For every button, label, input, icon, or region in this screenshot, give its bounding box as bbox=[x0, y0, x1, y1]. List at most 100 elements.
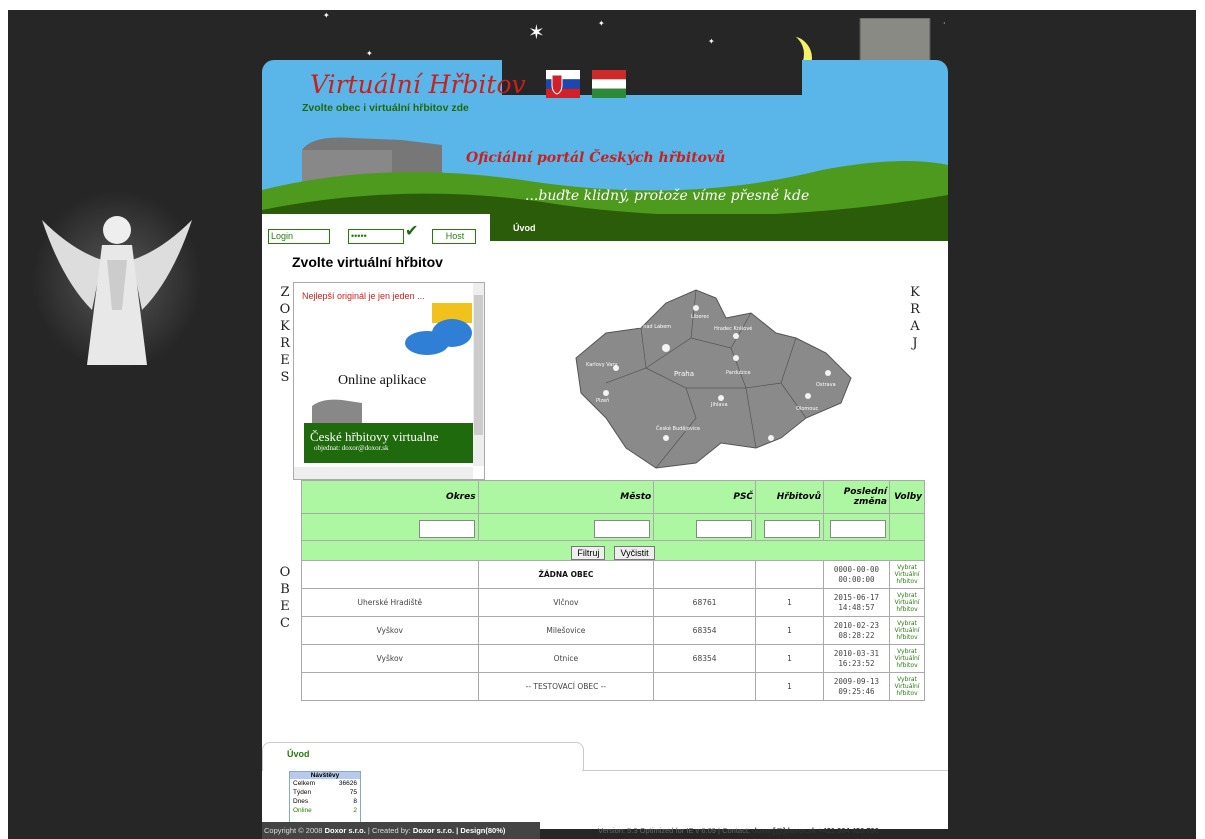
column-header-psc[interactable]: PSČ bbox=[653, 480, 757, 514]
map-label: České Budějovice bbox=[656, 425, 700, 432]
filter-okres-input[interactable] bbox=[418, 519, 475, 538]
counter-value: 36626 bbox=[338, 780, 357, 787]
cell-psc: 68761 bbox=[653, 588, 757, 617]
map-label: Karlovy Vary bbox=[586, 362, 617, 368]
created-by-text: | Created by: bbox=[365, 826, 413, 835]
cell-mesto: Otnice bbox=[477, 644, 655, 673]
select-cemetery-link[interactable]: Vybrat Virtuální hřbitov bbox=[888, 672, 926, 701]
cell-hrbitovu: 1 bbox=[755, 644, 824, 673]
cell-psc bbox=[653, 560, 757, 589]
site-header: Virtuální Hřbitov Zvolte obec i virtuáln… bbox=[262, 60, 948, 235]
side-letter: E bbox=[280, 599, 290, 614]
column-header-mesto[interactable]: Město bbox=[477, 480, 655, 514]
select-cemetery-link[interactable]: Vybrat Virtuální hřbitov bbox=[888, 616, 926, 645]
filter-cell bbox=[477, 513, 655, 541]
filter-zmena-input[interactable] bbox=[829, 519, 886, 538]
table-row: Uherské Hradiště Vlčnov 68761 1 2015-06-… bbox=[301, 588, 926, 617]
ad-vertical-scrollbar[interactable] bbox=[473, 283, 484, 466]
counter-label: Dnes bbox=[293, 798, 309, 805]
copyright-company[interactable]: Doxor s.r.o. bbox=[325, 826, 366, 835]
counter-value: 75 bbox=[349, 789, 357, 796]
cell-mesto: Vlčnov bbox=[477, 588, 655, 617]
main-nav: Úvod bbox=[490, 214, 948, 241]
cell-okres bbox=[301, 560, 479, 589]
clear-button[interactable]: Vyčistit bbox=[614, 546, 655, 560]
cell-mesto: Milešovice bbox=[477, 616, 655, 645]
ad-horizontal-scrollbar[interactable] bbox=[294, 467, 473, 479]
cell-mesto: -- TESTOVACÍ OBEC -- bbox=[477, 672, 655, 701]
table-row: ŽÁDNA OBEC 0000-00-00 00:00:00 Vybrat Vir… bbox=[301, 560, 926, 589]
ad-order-contact: objednat: doxor@doxor.sk bbox=[314, 444, 389, 452]
column-header-hrbitovu[interactable]: Hřbitovů bbox=[755, 480, 824, 514]
filter-psc-input[interactable] bbox=[696, 519, 753, 538]
region-map[interactable]: Karlovy Vary Ústí nad Labem Liberec Hrad… bbox=[546, 278, 856, 478]
login-submit-check-icon[interactable]: ✔ bbox=[405, 221, 418, 240]
contact-text[interactable]: doxor[@]doxor.sk +421 904 420 790 bbox=[752, 826, 879, 835]
cell-psc bbox=[653, 672, 757, 701]
map-label: Praha bbox=[674, 370, 694, 378]
ad-order-banner[interactable]: České hřbitovy virtualne objednat: doxor… bbox=[304, 423, 474, 463]
counter-label: Online bbox=[293, 807, 312, 814]
star-icon: ✦ bbox=[598, 19, 605, 28]
select-cemetery-link[interactable]: Vybrat Virtuální hřbitov bbox=[888, 644, 926, 673]
counter-row: Týden 75 bbox=[290, 788, 360, 797]
star-icon: ✦ bbox=[323, 11, 330, 20]
side-letter: O bbox=[279, 565, 291, 580]
map-label: Ostrava bbox=[816, 382, 836, 388]
created-company[interactable]: Doxor s.r.o. bbox=[413, 826, 454, 835]
cell-hrbitovu: 1 bbox=[755, 672, 824, 701]
column-header-zmena[interactable]: Poslední změna bbox=[823, 480, 890, 514]
cell-zmena-date: 2010-02-23 bbox=[833, 620, 880, 630]
site-logo[interactable]: Virtuální Hřbitov bbox=[310, 70, 526, 99]
select-cemetery-link[interactable]: Vybrat Virtuální hřbitov bbox=[888, 560, 926, 589]
side-letter: A bbox=[910, 319, 920, 334]
cell-zmena-time: 00:00:00 bbox=[838, 574, 875, 584]
filter-cell bbox=[653, 513, 757, 541]
filter-cell bbox=[755, 513, 824, 541]
password-input[interactable]: ••••• bbox=[348, 229, 404, 244]
visit-counter-title: Návštěvy bbox=[290, 772, 360, 779]
host-button[interactable]: Host bbox=[432, 229, 476, 244]
site-motto-secondary: ...buďte klidný, protože víme přesně kde bbox=[525, 188, 810, 204]
filter-cell bbox=[823, 513, 890, 541]
angel-statue-image bbox=[32, 190, 202, 370]
design-text: | Design(80%) bbox=[454, 826, 506, 835]
map-label: Hradec Králové bbox=[714, 325, 752, 332]
cell-zmena: 2010-03-31 16:23:52 bbox=[823, 644, 890, 673]
cell-psc: 68354 bbox=[653, 644, 757, 673]
map-label: Plzeň bbox=[596, 397, 609, 404]
star-icon: ✶ bbox=[528, 20, 545, 44]
map-label: Brno bbox=[766, 446, 778, 452]
login-input[interactable]: Login bbox=[268, 229, 330, 244]
table-row: -- TESTOVACÍ OBEC -- 1 2009-09-13 09:25:4… bbox=[301, 672, 926, 701]
map-label: Zlín bbox=[821, 433, 830, 440]
filter-mesto-input[interactable] bbox=[594, 519, 651, 538]
footer-home-link[interactable]: Úvod bbox=[287, 749, 310, 759]
cell-hrbitovu bbox=[755, 560, 824, 589]
counter-row: Online 2 bbox=[290, 806, 360, 815]
cell-okres: Uherské Hradiště bbox=[301, 588, 479, 617]
slovak-flag-icon[interactable] bbox=[546, 70, 580, 98]
hungarian-flag-icon[interactable] bbox=[592, 70, 626, 98]
filter-buttons-cell: Filtruj Vyčistit bbox=[301, 540, 925, 561]
side-letter: E bbox=[280, 353, 290, 368]
copyright-text: Copyright © 2008 bbox=[264, 826, 323, 835]
side-letter: R bbox=[280, 336, 290, 351]
column-header-okres[interactable]: Okres bbox=[301, 480, 479, 514]
filter-cell bbox=[301, 513, 479, 541]
map-label: Pardubice bbox=[726, 370, 751, 376]
select-cemetery-link[interactable]: Vybrat Virtuální hřbitov bbox=[888, 588, 926, 617]
cell-zmena: 2009-09-13 09:25:46 bbox=[823, 672, 890, 701]
filter-hrbitovu-input[interactable] bbox=[764, 519, 820, 538]
counter-label: Týden bbox=[293, 789, 312, 796]
star-icon: ✦ bbox=[366, 49, 373, 58]
counter-value: 2 bbox=[353, 807, 357, 814]
footer-tab[interactable]: Úvod bbox=[262, 742, 584, 771]
counter-label: Celkem bbox=[293, 780, 316, 787]
filter-button[interactable]: Filtruj bbox=[571, 546, 606, 560]
ad-box[interactable]: Nejlepší originál je jen jeden ... Onlin… bbox=[293, 282, 485, 480]
side-label-obec: O B E C bbox=[278, 564, 292, 632]
counter-row: Celkem 36626 bbox=[290, 779, 360, 788]
cell-zmena: 2015-06-17 14:48:57 bbox=[823, 588, 890, 617]
nav-home-link[interactable]: Úvod bbox=[513, 223, 536, 233]
